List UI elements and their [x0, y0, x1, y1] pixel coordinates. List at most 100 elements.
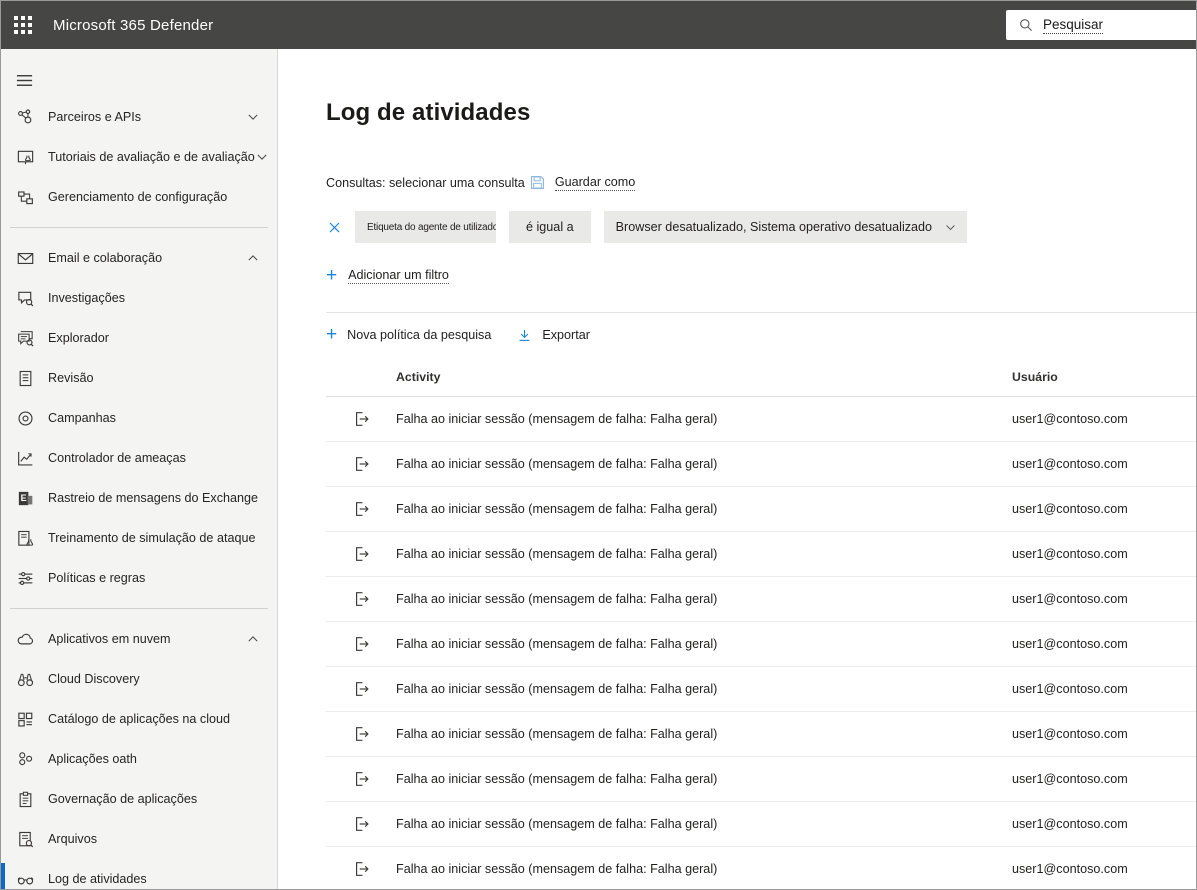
queries-select-label[interactable]: Consultas: selecionar uma consulta [326, 176, 525, 190]
sidebar-item-label: Tutoriais de avaliação e de avaliação [48, 150, 255, 164]
table-row[interactable]: Falha ao iniciar sessão (mensagem de fal… [326, 487, 1196, 532]
sidebar-item-label: Aplicativos em nuvem [48, 632, 171, 646]
user-cell: user1@contoso.com [1012, 772, 1128, 786]
activity-cell: Falha ao iniciar sessão (mensagem de fal… [396, 772, 718, 786]
chevron-up-icon [246, 251, 260, 265]
user-cell: user1@contoso.com [1012, 502, 1128, 516]
signout-icon [326, 635, 396, 653]
svg-text:E: E [20, 492, 26, 502]
sidebar-item-investigations[interactable]: Investigações [1, 278, 277, 318]
filter-value-dropdown[interactable]: Browser desatualizado, Sistema operativo… [603, 211, 968, 243]
sidebar-item-label: Governação de aplicações [48, 792, 198, 806]
sidebar-item-config-management[interactable]: Gerenciamento de configuração [1, 177, 277, 217]
table-row[interactable]: Falha ao iniciar sessão (mensagem de fal… [326, 577, 1196, 622]
table-body: Falha ao iniciar sessão (mensagem de fal… [326, 397, 1196, 889]
global-search-input[interactable]: Pesquisar [1006, 10, 1196, 40]
sidebar: Parceiros e APIs Tutoriais de avaliação … [1, 49, 278, 889]
app-governance-icon [15, 789, 35, 809]
remove-filter-button[interactable] [326, 219, 342, 235]
sidebar-item-oauth-apps[interactable]: Aplicações oath [1, 739, 277, 779]
export-button[interactable]: Exportar [517, 328, 590, 343]
sidebar-item-partners[interactable]: Parceiros e APIs [1, 97, 277, 137]
chevron-down-icon [944, 221, 957, 234]
app-launcher-button[interactable] [1, 1, 45, 49]
sidebar-item-label: Investigações [48, 291, 126, 305]
activity-cell: Falha ao iniciar sessão (mensagem de fal… [396, 412, 718, 426]
activity-cell: Falha ao iniciar sessão (mensagem de fal… [396, 457, 718, 471]
table-row[interactable]: Falha ao iniciar sessão (mensagem de fal… [326, 757, 1196, 802]
table-row[interactable]: Falha ao iniciar sessão (mensagem de fal… [326, 397, 1196, 442]
sidebar-item-threat-tracker[interactable]: Controlador de ameaças [1, 438, 277, 478]
config-management-icon [15, 187, 35, 207]
table-header: Activity Usuário [326, 357, 1196, 397]
sidebar-item-files[interactable]: Arquivos [1, 819, 277, 859]
sidebar-item-cloud-apps[interactable]: Aplicativos em nuvem [1, 619, 277, 659]
table-row[interactable]: Falha ao iniciar sessão (mensagem de fal… [326, 442, 1196, 487]
sidebar-item-label: Email e colaboração [48, 251, 163, 265]
save-as-button[interactable]: Guardar como [554, 175, 636, 191]
cloud-discovery-icon [15, 669, 35, 689]
sidebar-item-cloud-discovery[interactable]: Cloud Discovery [1, 659, 277, 699]
plus-icon: + [326, 265, 338, 286]
filter-value-text: Browser desatualizado, Sistema operativo… [615, 220, 933, 234]
sidebar-item-label: Rastreio de mensagens do Exchange [48, 491, 259, 505]
save-icon[interactable] [529, 174, 546, 191]
hamburger-icon [16, 74, 33, 86]
new-search-policy-button[interactable]: + Nova política da pesquisa [326, 324, 491, 345]
signout-icon [326, 410, 396, 428]
oauth-apps-icon [15, 749, 35, 769]
add-filter-button[interactable]: + Adicionar um filtro [326, 265, 1196, 286]
activity-cell: Falha ao iniciar sessão (mensagem de fal… [396, 727, 718, 741]
sidebar-item-attack-simulation[interactable]: Treinamento de simulação de ataque [1, 518, 277, 558]
sidebar-item-label: Catálogo de aplicações na cloud [48, 712, 231, 726]
table-row[interactable]: Falha ao iniciar sessão (mensagem de fal… [326, 712, 1196, 757]
waffle-icon [14, 16, 32, 34]
plus-icon: + [326, 324, 338, 345]
filter-field-chip[interactable]: Etiqueta do agente de utilizador [355, 211, 496, 243]
chevron-down-icon [255, 150, 269, 164]
user-cell: user1@contoso.com [1012, 457, 1128, 471]
signout-icon [326, 500, 396, 518]
table-row[interactable]: Falha ao iniciar sessão (mensagem de fal… [326, 847, 1196, 889]
sidebar-item-policies[interactable]: Políticas e regras [1, 558, 277, 598]
sidebar-item-label: Cloud Discovery [48, 672, 140, 686]
sidebar-item-review[interactable]: Revisão [1, 358, 277, 398]
table-row[interactable]: Falha ao iniciar sessão (mensagem de fal… [326, 532, 1196, 577]
filter-row: Etiqueta do agente de utilizador é igual… [326, 211, 1196, 243]
sidebar-item-tutorials[interactable]: Tutoriais de avaliação e de avaliação [1, 137, 277, 177]
signout-icon [326, 725, 396, 743]
activity-cell: Falha ao iniciar sessão (mensagem de fal… [396, 502, 718, 516]
sidebar-item-label: Políticas e regras [48, 571, 146, 585]
activity-cell: Falha ao iniciar sessão (mensagem de fal… [396, 637, 718, 651]
sidebar-item-app-catalog[interactable]: Catálogo de aplicações na cloud [1, 699, 277, 739]
sidebar-item-label: Arquivos [48, 832, 97, 846]
sidebar-item-campaigns[interactable]: Campanhas [1, 398, 277, 438]
policies-icon [15, 568, 35, 588]
sidebar-item-label: Campanhas [48, 411, 116, 425]
sidebar-item-activity-log[interactable]: Log de atividades [1, 859, 277, 889]
sidebar-nav: Parceiros e APIs Tutoriais de avaliação … [1, 97, 277, 889]
signout-icon [326, 860, 396, 878]
signout-icon [326, 545, 396, 563]
table-row[interactable]: Falha ao iniciar sessão (mensagem de fal… [326, 622, 1196, 667]
sidebar-item-label: Log de atividades [48, 872, 147, 886]
user-cell: user1@contoso.com [1012, 637, 1128, 651]
sidebar-item-explorer[interactable]: Explorador [1, 318, 277, 358]
filter-operator-chip[interactable]: é igual a [509, 211, 591, 243]
campaigns-icon [15, 408, 35, 428]
table-row[interactable]: Falha ao iniciar sessão (mensagem de fal… [326, 667, 1196, 712]
column-header-user[interactable]: Usuário [1012, 370, 1196, 384]
activity-cell: Falha ao iniciar sessão (mensagem de fal… [396, 817, 718, 831]
sidebar-item-email[interactable]: Email e colaboração [1, 238, 277, 278]
column-header-activity[interactable]: Activity [396, 370, 1012, 384]
collapse-menu-button[interactable] [1, 63, 277, 97]
exchange-icon: E [15, 488, 35, 508]
threat-tracker-icon [15, 448, 35, 468]
user-cell: user1@contoso.com [1012, 592, 1128, 606]
sidebar-item-exchange[interactable]: E Rastreio de mensagens do Exchange [1, 478, 277, 518]
table-row[interactable]: Falha ao iniciar sessão (mensagem de fal… [326, 802, 1196, 847]
tutorials-icon [15, 147, 35, 167]
product-title: Microsoft 365 Defender [53, 16, 214, 34]
sidebar-item-app-governance[interactable]: Governação de aplicações [1, 779, 277, 819]
signout-icon [326, 770, 396, 788]
